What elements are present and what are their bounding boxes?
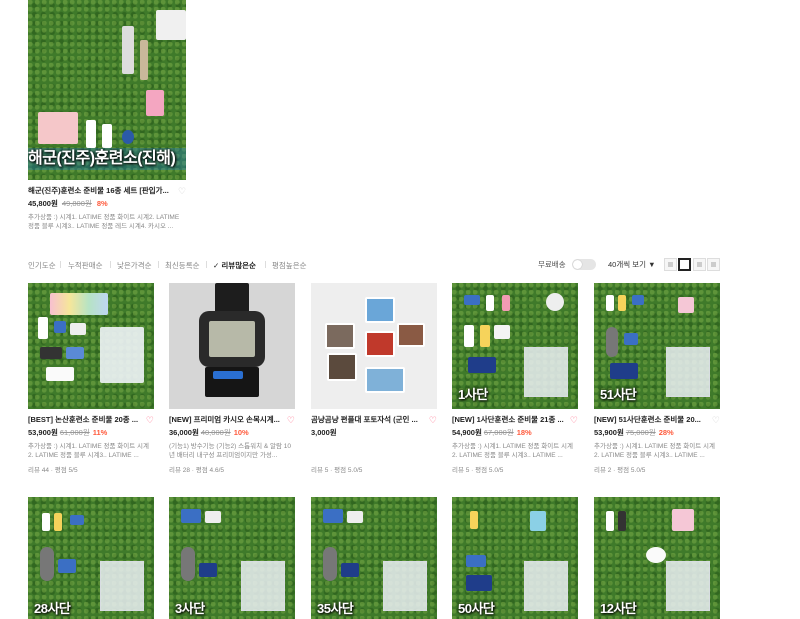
discount-rate: 11% — [92, 428, 108, 437]
product-card[interactable]: 3사단 — [169, 497, 295, 619]
product-title[interactable]: [NEW] 프리미엄 카시오 손목시계... — [169, 415, 283, 425]
product-desc: 추가상품 :) 시계1. LATIME 정품 화이트 시계2. LATIME 정… — [452, 443, 573, 459]
product-card[interactable]: 1사단 [NEW] 1사단훈련소 준비물 21종 ... ♡ 54,900원 67… — [452, 283, 578, 474]
product-title[interactable]: 곰냥곰냥 편플대 포토자석 (군인 ... — [311, 415, 425, 425]
product-image[interactable]: 12사단 — [594, 497, 720, 619]
original-price: 49,800원 — [61, 199, 92, 208]
review-summary: 리뷰 44 · 평점 5/5 — [28, 467, 78, 474]
heart-icon[interactable]: ♡ — [287, 415, 295, 426]
product-card[interactable]: 28사단 — [28, 497, 154, 619]
sort-low-price[interactable]: 낮은가격순 — [117, 260, 152, 271]
product-image[interactable]: 50사단 — [452, 497, 578, 619]
product-title[interactable]: 해군(진주)훈련소 준비물 16종 세트 [판입가... — [28, 186, 178, 196]
discount-rate: 8% — [96, 199, 108, 208]
product-desc — [311, 442, 437, 460]
heart-icon[interactable]: ♡ — [146, 415, 154, 426]
sort-popular[interactable]: 인기도순 — [28, 260, 56, 271]
check-icon: ✓ — [213, 261, 220, 270]
banner-text: 해군(진주)훈련소(진해) — [28, 150, 176, 167]
product-card[interactable]: 50사단 — [452, 497, 578, 619]
product-card[interactable]: [NEW] 프리미엄 카시오 손목시계... ♡ 36,000원 40,000원 1… — [169, 283, 295, 474]
original-price: 67,000원 — [483, 428, 514, 437]
product-label: 50사단 — [458, 601, 495, 616]
per-page-label: 40개씩 보기 — [608, 260, 647, 269]
sort-reviews[interactable]: ✓ 리뷰많은순 — [213, 260, 256, 271]
current-price: 54,900원 — [452, 428, 482, 437]
original-price: 40,000원 — [200, 428, 231, 437]
discount-rate: 28% — [658, 428, 674, 437]
product-desc: 추가상품 :) 시계1. LATIME 정품 화이트 시계2. LATIME 정… — [28, 443, 149, 459]
review-summary: 리뷰 5 · 평점 5.0/5 — [311, 467, 363, 474]
product-image[interactable] — [169, 283, 295, 409]
product-label: 35사단 — [317, 601, 354, 616]
sort-bar: 인기도순 누적판매순 낮은가격순 최신등록순 ✓ 리뷰많은순 평점높은순 무료배… — [28, 258, 720, 272]
heart-icon[interactable]: ♡ — [712, 415, 720, 426]
review-summary: 리뷰 2 · 평점 5.0/5 — [594, 467, 646, 474]
product-image[interactable]: 3사단 — [169, 497, 295, 619]
product-label: 3사단 — [175, 601, 205, 616]
product-label: 1사단 — [458, 387, 488, 402]
original-price: 75,000원 — [625, 428, 656, 437]
heart-icon[interactable]: ♡ — [429, 415, 437, 426]
current-price: 53,900원 — [594, 428, 624, 437]
product-price: 3,000원 — [311, 427, 437, 438]
free-shipping-toggle[interactable] — [572, 259, 596, 270]
product-image[interactable] — [311, 283, 437, 409]
product-label: 12사단 — [600, 601, 637, 616]
divider — [60, 261, 61, 268]
current-price: 3,000원 — [311, 428, 337, 437]
product-image[interactable]: 28사단 — [28, 497, 154, 619]
product-desc: (기능1) 방수기능 (기능2) 스톱워치 & 알람 10년 배터리 내구성 프… — [169, 443, 292, 459]
product-title[interactable]: [NEW] 1사단훈련소 준비물 21종 ... — [452, 415, 566, 425]
product-card[interactable]: 해군(진주)훈련소(진해) 해군(진주)훈련소 준비물 16종 세트 [판입가.… — [28, 0, 186, 231]
product-card[interactable]: [BEST] 논산훈련소 준비물 20종 ... ♡ 53,900원 61,000… — [28, 283, 154, 474]
product-price: 53,900원 75,000원 28% — [594, 427, 720, 438]
product-title[interactable]: [NEW] 51사단훈련소 준비물 20... — [594, 415, 708, 425]
heart-icon[interactable]: ♡ — [178, 186, 186, 197]
product-image[interactable]: 해군(진주)훈련소(진해) — [28, 0, 186, 180]
product-label: 28사단 — [34, 601, 71, 616]
review-summary: 리뷰 5 · 평점 5.0/5 — [452, 467, 504, 474]
chevron-down-icon: ▼ — [648, 260, 656, 269]
sort-rating[interactable]: 평점높은순 — [272, 260, 307, 271]
product-desc: 추가상품 :) 시계1. LATIME 정품 화이트 시계2. LATIME 정… — [594, 443, 715, 459]
divider — [158, 261, 159, 268]
product-card[interactable]: 35사단 — [311, 497, 437, 619]
product-card[interactable]: 곰냥곰냥 편플대 포토자석 (군인 ... ♡ 3,000원 리뷰 5 · 평점… — [311, 283, 437, 474]
product-image[interactable]: 1사단 — [452, 283, 578, 409]
sort-newest[interactable]: 최신등록순 — [165, 260, 200, 271]
discount-rate: 18% — [516, 428, 532, 437]
product-desc: 추가상품 :) 시계1. LATIME 정품 화이트 시계2. LATIME 정… — [28, 214, 180, 230]
current-price: 53,900원 — [28, 428, 58, 437]
divider — [265, 261, 266, 268]
sort-reviews-label: 리뷰많은순 — [221, 261, 256, 270]
divider — [110, 261, 111, 268]
toggle-knob — [573, 260, 582, 269]
view-gallery-icon[interactable] — [693, 258, 706, 271]
product-price: 45,800원 49,800원 8% — [28, 198, 154, 209]
product-price: 54,900원 67,000원 18% — [452, 427, 578, 438]
product-price: 53,900원 61,000원 11% — [28, 427, 154, 438]
product-image[interactable]: 35사단 — [311, 497, 437, 619]
original-price: 61,000원 — [59, 428, 90, 437]
divider — [206, 261, 207, 268]
product-label: 51사단 — [600, 387, 637, 402]
product-image[interactable] — [28, 283, 154, 409]
discount-rate: 10% — [233, 428, 249, 437]
free-shipping-label: 무료배송 — [538, 260, 566, 269]
view-grid-icon[interactable] — [678, 258, 691, 271]
product-card[interactable]: 51사단 [NEW] 51사단훈련소 준비물 20... ♡ 53,900원 75… — [594, 283, 720, 474]
view-list-icon[interactable] — [664, 258, 677, 271]
heart-icon[interactable]: ♡ — [570, 415, 578, 426]
per-page-select[interactable]: 40개씩 보기 ▼ — [608, 259, 656, 270]
product-title[interactable]: [BEST] 논산훈련소 준비물 20종 ... — [28, 415, 142, 425]
review-summary: 리뷰 28 · 평점 4.6/5 — [169, 467, 224, 474]
current-price: 36,000원 — [169, 428, 199, 437]
product-card[interactable]: 12사단 — [594, 497, 720, 619]
current-price: 45,800원 — [28, 199, 58, 208]
sort-sales[interactable]: 누적판매순 — [68, 260, 103, 271]
view-large-icon[interactable] — [707, 258, 720, 271]
product-image[interactable]: 51사단 — [594, 283, 720, 409]
product-price: 36,000원 40,000원 10% — [169, 427, 295, 438]
